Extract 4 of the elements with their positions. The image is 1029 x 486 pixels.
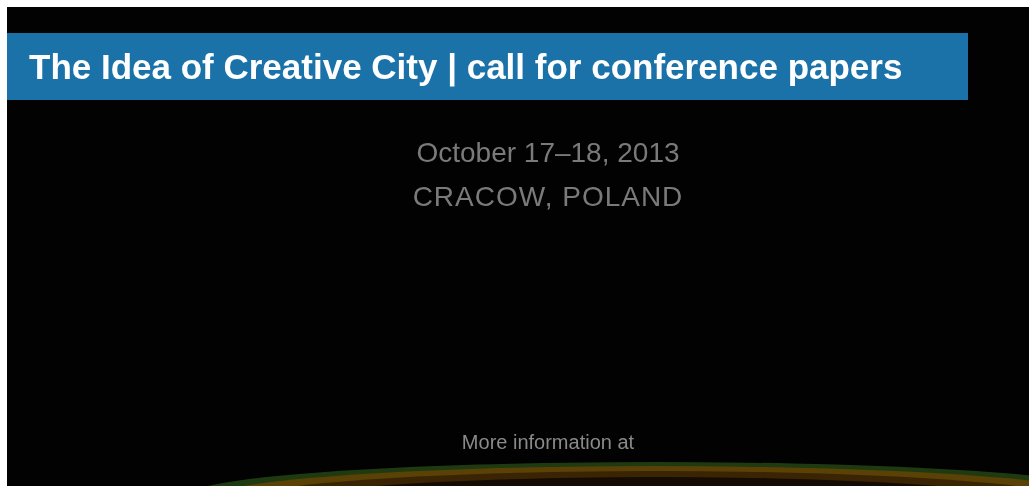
event-date: October 17–18, 2013 [416, 137, 680, 169]
more-information-text: More information at [461, 431, 635, 454]
post-title[interactable]: The Idea of Creative City | call for conference papers [7, 33, 968, 100]
event-location: CRACOW, POLAND [412, 181, 684, 213]
